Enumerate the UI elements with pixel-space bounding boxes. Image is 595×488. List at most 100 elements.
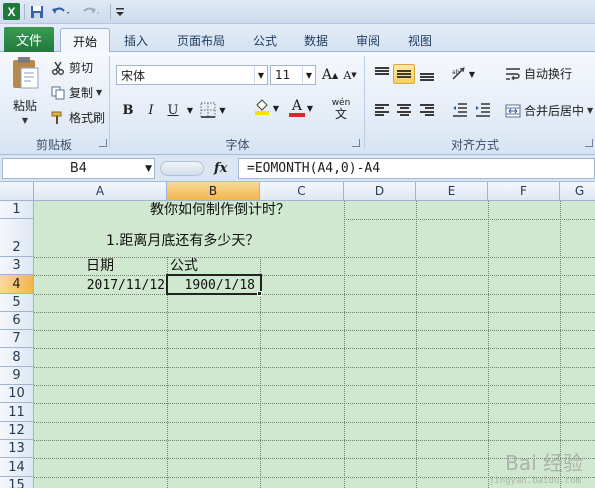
row-header[interactable]: 5	[0, 294, 34, 312]
font-color-swatch	[288, 113, 305, 117]
clipboard-launcher-icon[interactable]	[99, 139, 107, 147]
row-header[interactable]: 10	[0, 385, 34, 403]
tab-data[interactable]: 数据	[294, 28, 338, 52]
clipboard-group-label: 剪贴板	[35, 138, 72, 152]
cell-title[interactable]: 教你如何制作倒计时？	[150, 201, 290, 219]
bold-button[interactable]: B	[118, 100, 138, 120]
cut-label: 剪切	[69, 61, 94, 75]
column-header-e[interactable]: E	[416, 182, 488, 201]
copy-button[interactable]: 复制 ▼	[50, 84, 102, 101]
orientation-button[interactable]: ab ▼	[448, 64, 478, 84]
select-all-corner[interactable]	[0, 182, 34, 201]
wrap-text-button[interactable]: 自动换行	[505, 65, 572, 82]
row-header[interactable]: 7	[0, 330, 34, 348]
phonetic-button[interactable]: wén 文	[325, 96, 357, 122]
chevron-down-icon[interactable]: ▼	[302, 66, 315, 84]
tab-home[interactable]: 开始	[60, 28, 110, 53]
tab-page-layout[interactable]: 页面布局	[166, 28, 236, 52]
save-icon[interactable]	[29, 3, 45, 21]
formula-input[interactable]: =EOMONTH(A4,0)-A4	[238, 158, 595, 179]
row-header[interactable]: 13	[0, 440, 34, 458]
grow-font-button[interactable]: A ▲	[320, 65, 340, 85]
group-separator	[109, 56, 110, 148]
column-header-f[interactable]: F	[488, 182, 560, 201]
row-header[interactable]: 1	[0, 201, 34, 219]
decrease-indent-button[interactable]	[449, 100, 471, 120]
paste-button[interactable]: 粘贴 ▼	[8, 56, 42, 130]
format-painter-button[interactable]: 格式刷	[50, 109, 105, 126]
fill-color-button[interactable]: ▼	[250, 98, 282, 118]
row-header[interactable]: 11	[0, 403, 34, 422]
paste-label: 粘贴	[12, 99, 37, 113]
grow-font-icon: A	[321, 67, 332, 83]
formula-bar-resize-handle[interactable]	[160, 161, 204, 176]
alignment-group-label: 对齐方式	[450, 138, 499, 152]
svg-text:ab: ab	[452, 69, 460, 76]
gridline	[344, 201, 345, 488]
separator	[24, 4, 25, 20]
row-header[interactable]: 4	[0, 275, 34, 294]
cell-a4[interactable]: 2017/11/12	[34, 275, 165, 293]
gridline	[560, 201, 561, 488]
row-header[interactable]: 8	[0, 348, 34, 367]
cell-b3[interactable]: 公式	[170, 257, 198, 275]
chevron-down-icon[interactable]: ▼	[145, 164, 152, 174]
gridline	[344, 219, 595, 220]
align-center-button[interactable]	[393, 100, 415, 120]
italic-button[interactable]: I	[141, 100, 161, 120]
worksheet-grid[interactable]: A B C D E F G 1 2 3 4 5 6 7 8 9 10 11 12…	[0, 182, 595, 488]
chevron-down-icon: ▼	[219, 105, 226, 115]
align-left-button[interactable]	[371, 100, 393, 120]
row-header[interactable]: 2	[0, 219, 34, 257]
borders-button[interactable]: ▼	[196, 100, 230, 120]
row-header[interactable]: 9	[0, 367, 34, 385]
gridline	[34, 348, 595, 349]
align-top-button[interactable]	[371, 64, 393, 84]
tab-view[interactable]: 视图	[398, 28, 442, 52]
font-launcher-icon[interactable]	[352, 139, 360, 147]
fill-handle[interactable]	[257, 291, 262, 296]
insert-function-button[interactable]: fx	[214, 161, 227, 176]
cell-a3[interactable]: 日期	[86, 257, 114, 275]
chevron-down-icon: ▼	[468, 69, 476, 79]
customize-qat-icon[interactable]	[114, 3, 126, 21]
row-header[interactable]: 6	[0, 312, 34, 330]
tab-file[interactable]: 文件	[4, 27, 54, 52]
gridline	[416, 201, 417, 488]
paintbrush-icon	[50, 110, 66, 126]
shrink-font-button[interactable]: A ▼	[340, 65, 360, 85]
row-header[interactable]: 3	[0, 257, 34, 275]
cell-question[interactable]: 1.距离月底还有多少天？	[106, 219, 259, 250]
font-size-combo[interactable]: 11 ▼	[270, 65, 316, 85]
name-box[interactable]: B4 ▼	[2, 158, 155, 179]
tab-review[interactable]: 审阅	[346, 28, 390, 52]
gridline	[34, 422, 595, 423]
gridline	[34, 403, 595, 404]
cut-button[interactable]: 剪切	[50, 59, 93, 76]
chevron-down-icon[interactable]: ▼	[254, 66, 267, 84]
align-bottom-button[interactable]	[416, 64, 438, 84]
redo-icon[interactable]	[80, 3, 102, 21]
excel-logo-icon[interactable]: X	[3, 3, 20, 20]
align-middle-button[interactable]	[393, 64, 415, 84]
undo-icon[interactable]	[50, 3, 72, 21]
font-name-combo[interactable]: 宋体 ▼	[116, 65, 268, 85]
row-header[interactable]: 15	[0, 477, 34, 488]
font-color-letter: A	[291, 98, 302, 114]
tab-insert[interactable]: 插入	[114, 28, 158, 52]
row-header[interactable]: 14	[0, 458, 34, 477]
merge-center-label: 合并后居中	[524, 104, 585, 118]
alignment-launcher-icon[interactable]	[585, 139, 593, 147]
tab-formulas[interactable]: 公式	[244, 28, 286, 52]
align-right-button[interactable]	[416, 100, 438, 120]
column-header-a[interactable]: A	[34, 182, 167, 201]
ribbon-tabs: 文件 开始 插入 页面布局 公式 数据 审阅 视图	[0, 24, 595, 53]
merge-center-button[interactable]: 合并后居中 ▼	[505, 102, 593, 119]
wrap-text-label: 自动换行	[524, 67, 573, 81]
column-header-d[interactable]: D	[344, 182, 416, 201]
font-color-button[interactable]: A ▼	[285, 98, 317, 118]
active-cell-border	[166, 274, 262, 295]
row-header[interactable]: 12	[0, 422, 34, 440]
column-header-g[interactable]: G	[560, 182, 595, 201]
increase-indent-button[interactable]	[472, 100, 494, 120]
